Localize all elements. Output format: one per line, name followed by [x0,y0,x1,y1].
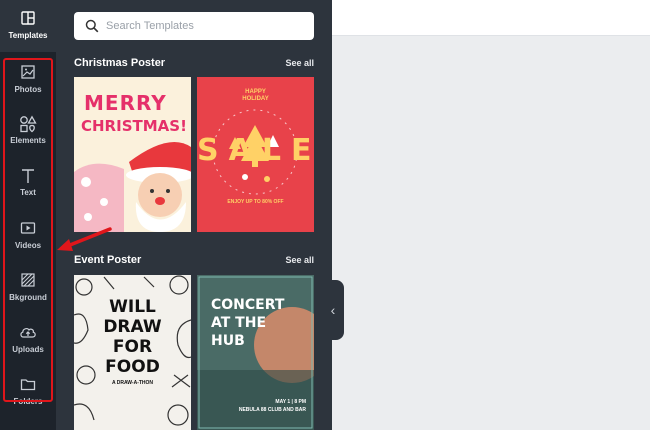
concert-line-3: HUB [211,333,245,349]
rail-label-photos: Photos [14,85,42,94]
christmas-text: CHRISTMAS! [81,117,187,135]
rail-label-videos: Videos [14,241,42,250]
draw-line-1: WILL [109,297,156,317]
concert-date: MAY 1 | 8 PM [275,399,306,405]
elements-icon [20,115,37,133]
rail-label-templates: Templates [8,31,48,40]
rail-item-text[interactable]: Text [0,164,56,216]
videos-icon [20,222,36,234]
rail-label-uploads: Uploads [12,345,44,354]
sale-offer-text: ENJOY UP TO 80% OFF [227,199,284,205]
holiday-text: HOLIDAY [242,96,269,102]
rail-item-photos[interactable]: Photos [0,60,56,112]
rail-label-folders: Folders [13,397,43,406]
sale-text: SALE [197,133,314,168]
rail-item-templates[interactable]: Templates [0,0,56,52]
section-title-event: Event Poster [74,254,142,266]
rail-label-background: Bkground [9,293,47,302]
search-input[interactable] [106,12,306,40]
template-concert-at-the-hub[interactable]: CONCERT AT THE HUB MAY 1 | 8 PM NEBULA 8… [197,275,314,430]
rail-item-elements[interactable]: Elements [0,112,56,164]
concert-venue: NEBULA 88 CLUB AND BAR [238,407,306,413]
merry-text: MERRY [84,91,167,115]
rail-label-elements: Elements [10,136,46,145]
background-icon [21,273,35,287]
templates-panel: Christmas Poster See all MERRY CHRISTMAS… [56,0,332,430]
search-icon [85,19,99,33]
rail-label-text: Text [20,188,36,197]
top-toolbar [332,0,650,36]
happy-text: HAPPY [245,89,266,95]
annotation-arrow [57,227,112,251]
template-merry-christmas[interactable]: MERRY CHRISTMAS! [74,77,191,232]
draw-subtitle: A DRAW-A-THON [111,380,154,386]
chevron-left-icon: ‹ [330,302,336,318]
concert-line-2: AT THE [211,315,267,331]
photos-icon [21,65,35,79]
search-box [74,12,314,40]
collapse-panel-button[interactable]: ‹ [322,280,344,340]
draw-line-3: FOR [112,337,153,357]
text-icon [22,169,34,183]
templates-icon [21,11,35,25]
uploads-icon [20,328,36,338]
draw-line-2: DRAW [103,317,162,337]
template-will-draw-for-food[interactable]: WILL DRAW FOR FOOD A DRAW-A-THON [74,275,191,430]
draw-line-4: FOOD [105,357,160,377]
rail-item-uploads[interactable]: Uploads [0,320,56,372]
template-holiday-sale[interactable]: HAPPY HOLIDAY SALE ENJOY UP TO 80% OFF [197,77,314,232]
section-title-christmas: Christmas Poster [74,57,166,69]
concert-line-1: CONCERT [211,297,285,313]
rail-item-videos[interactable]: Videos [0,216,56,268]
folders-icon [20,379,36,391]
rail-item-folders[interactable]: Folders [0,372,56,424]
rail-item-background[interactable]: Bkground [0,268,56,320]
left-rail: Templates Photos Elements Text Videos Bk… [0,0,56,430]
see-all-christmas[interactable]: See all [285,58,314,68]
see-all-event[interactable]: See all [285,255,314,265]
